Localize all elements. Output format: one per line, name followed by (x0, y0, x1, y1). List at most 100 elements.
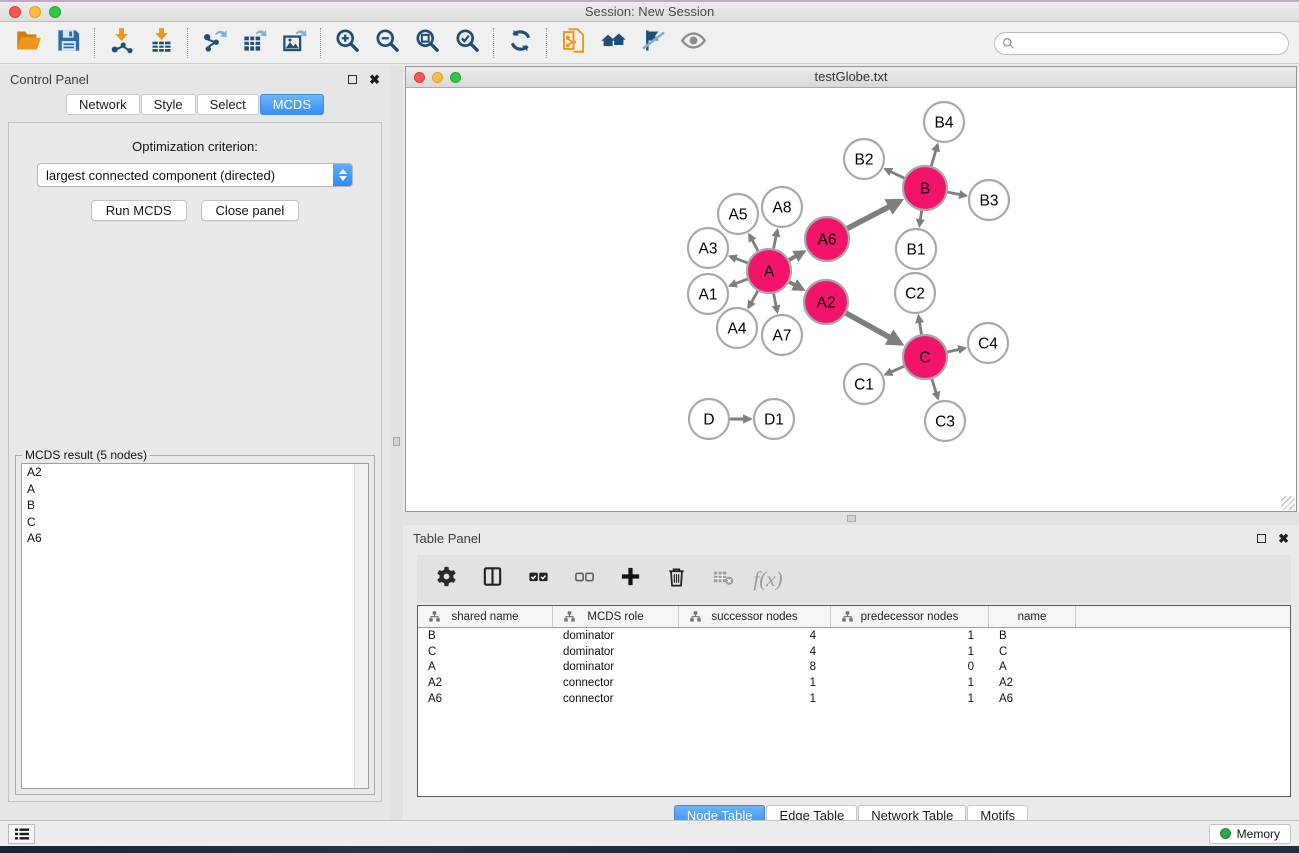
edge-A-A1[interactable] (730, 278, 750, 286)
network-canvas[interactable]: B4B2BB3A8A5A6A3B1AA1C2A2A4A7C4CC1C3DD1 (406, 88, 1296, 511)
save-session-button[interactable] (48, 26, 88, 60)
node-A8[interactable]: A8 (762, 187, 802, 227)
edge-C-C1[interactable] (886, 365, 907, 374)
table-settings-button[interactable] (427, 560, 465, 598)
zoom-fit-content-button[interactable] (407, 26, 447, 60)
run-mcds-button[interactable]: Run MCDS (91, 200, 187, 221)
edge-A-A4[interactable] (749, 288, 760, 307)
select-all-columns-button[interactable] (519, 560, 557, 598)
table-row[interactable]: Cdominator41C (418, 644, 1290, 660)
node-A5[interactable]: A5 (718, 194, 758, 234)
column-header-successor-nodes[interactable]: successor nodes (679, 606, 831, 627)
node-A4[interactable]: A4 (717, 308, 757, 348)
edge-A-A7[interactable] (773, 291, 777, 312)
export-table-button[interactable] (234, 26, 274, 60)
table-row[interactable]: A6connector11A6 (418, 691, 1290, 707)
edge-C-C3[interactable] (931, 376, 938, 398)
node-B3[interactable]: B3 (969, 180, 1009, 220)
result-item[interactable]: C (22, 514, 368, 531)
edge-B-B2[interactable] (885, 169, 907, 179)
node-D1[interactable]: D1 (754, 399, 794, 439)
open-session-button[interactable] (8, 26, 48, 60)
import-table-from-file-button[interactable] (141, 26, 181, 60)
eye-toggle-button[interactable] (673, 26, 713, 60)
table-row[interactable]: Bdominator41B (418, 628, 1290, 644)
column-header-name[interactable]: name (989, 606, 1076, 627)
tab-network[interactable]: Network (66, 94, 140, 115)
float-panel-icon[interactable] (348, 75, 357, 84)
node-C3[interactable]: C3 (925, 401, 965, 441)
table-row[interactable]: Adominator80A (418, 660, 1290, 676)
edge-A-A3[interactable] (730, 256, 750, 264)
flag-toggle-button[interactable] (633, 26, 673, 60)
edge-C-C2[interactable] (919, 316, 922, 337)
column-header-predecessor-nodes[interactable]: predecessor nodes (831, 606, 989, 627)
zoom-selected-region-button[interactable] (447, 26, 487, 60)
delete-table-button[interactable] (703, 560, 741, 598)
edge-A2-C[interactable] (843, 312, 900, 344)
network-close-button[interactable] (414, 72, 425, 83)
network-zoom-button[interactable] (450, 72, 461, 83)
result-item[interactable]: A6 (22, 530, 368, 547)
network-minimize-button[interactable] (432, 72, 443, 83)
column-header-mcds-role[interactable]: MCDS role (553, 606, 679, 627)
vertical-split-divider[interactable] (390, 66, 403, 820)
tab-style[interactable]: Style (141, 94, 196, 115)
close-table-panel-icon[interactable]: ✖ (1278, 534, 1289, 543)
edge-A6-B[interactable] (845, 201, 900, 230)
edge-C-C4[interactable] (945, 348, 966, 353)
result-scrollbar[interactable] (354, 464, 368, 788)
resize-grip-icon[interactable] (1281, 496, 1295, 510)
memory-button[interactable]: Memory (1209, 824, 1291, 844)
create-column-button[interactable] (611, 560, 649, 598)
delete-columns-button[interactable] (657, 560, 695, 598)
export-image-button[interactable] (274, 26, 314, 60)
node-C2[interactable]: C2 (895, 273, 935, 313)
search-box[interactable] (994, 32, 1289, 55)
result-item[interactable]: A2 (22, 464, 368, 481)
edge-A-A5[interactable] (749, 235, 759, 254)
edge-B-B4[interactable] (931, 145, 938, 169)
node-D[interactable]: D (689, 399, 729, 439)
node-C[interactable]: C (903, 335, 947, 379)
node-B[interactable]: B (903, 166, 947, 210)
tab-mcds[interactable]: MCDS (260, 94, 324, 115)
panel-columns-button[interactable] (473, 560, 511, 598)
refresh-view-button[interactable] (500, 26, 540, 60)
node-A7[interactable]: A7 (762, 315, 802, 355)
network-window-titlebar[interactable]: testGlobe.txt (406, 67, 1296, 88)
close-window-button[interactable] (9, 6, 21, 18)
import-network-from-file-button[interactable] (101, 26, 141, 60)
result-item[interactable]: A (22, 481, 368, 498)
float-table-panel-icon[interactable] (1257, 534, 1266, 543)
node-B4[interactable]: B4 (924, 102, 964, 142)
search-input[interactable] (1015, 34, 1288, 53)
task-list-button[interactable] (8, 824, 35, 844)
node-A6[interactable]: A6 (805, 217, 849, 261)
vertical-split-handle[interactable] (393, 437, 400, 446)
double-home-button[interactable] (593, 26, 633, 60)
column-header-shared-name[interactable]: shared name (418, 606, 553, 627)
window-titlebar[interactable]: Session: New Session (0, 2, 1299, 22)
unselect-all-columns-button[interactable] (565, 560, 603, 598)
zoom-window-button[interactable] (49, 6, 61, 18)
criterion-dropdown[interactable]: largest connected component (directed) (37, 163, 353, 187)
edge-B-B3[interactable] (945, 192, 966, 196)
mcds-result-list[interactable]: A2ABCA6 (21, 463, 369, 789)
zoom-in-button[interactable] (327, 26, 367, 60)
edge-A-A8[interactable] (773, 230, 777, 251)
network-document-button[interactable] (553, 26, 593, 60)
function-builder-button[interactable]: f(x) (749, 560, 787, 598)
close-panel-icon[interactable]: ✖ (369, 75, 380, 84)
horizontal-split-handle[interactable] (847, 515, 856, 522)
minimize-window-button[interactable] (29, 6, 41, 18)
node-A3[interactable]: A3 (688, 228, 728, 268)
node-A[interactable]: A (747, 249, 791, 293)
node-A1[interactable]: A1 (688, 274, 728, 314)
node-A2[interactable]: A2 (804, 280, 848, 324)
export-network-button[interactable] (194, 26, 234, 60)
node-C1[interactable]: C1 (844, 364, 884, 404)
horizontal-split-divider[interactable] (403, 512, 1299, 525)
node-B2[interactable]: B2 (844, 139, 884, 179)
node-C4[interactable]: C4 (968, 323, 1008, 363)
